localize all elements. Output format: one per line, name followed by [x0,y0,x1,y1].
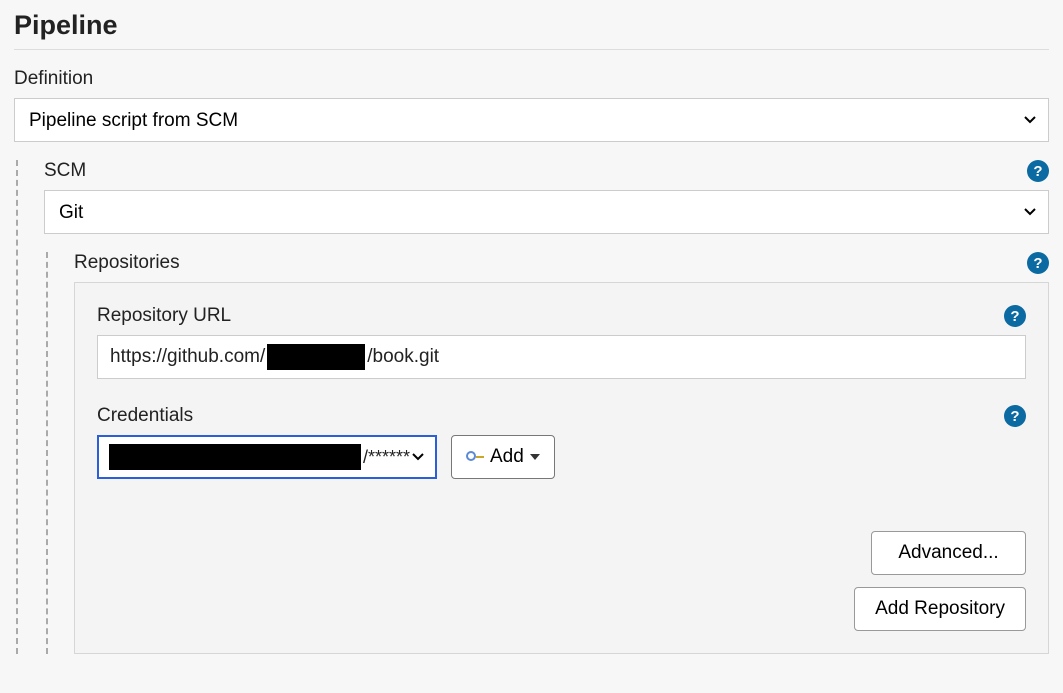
help-icon[interactable]: ? [1027,160,1049,182]
help-icon[interactable]: ? [1004,305,1026,327]
redacted-segment-icon [267,344,365,370]
repository-url-prefix: https://github.com/ [110,346,265,368]
scm-label: SCM [44,160,86,182]
definition-label: Definition [14,68,1049,90]
repository-panel: Repository URL ? https://github.com/ /bo… [74,282,1049,654]
add-credentials-button[interactable]: Add [451,435,555,479]
repositories-label: Repositories [74,252,180,274]
credentials-masked-suffix: /****** [363,447,410,468]
add-button-label: Add [490,446,524,468]
credentials-label: Credentials [97,405,193,427]
repository-url-input[interactable]: https://github.com/ /book.git [97,335,1026,379]
add-repository-button[interactable]: Add Repository [854,587,1026,631]
chevron-down-icon [411,452,425,462]
caret-down-icon [530,454,540,460]
nesting-gutter-2 [46,252,74,654]
help-icon[interactable]: ? [1027,252,1049,274]
help-icon[interactable]: ? [1004,405,1026,427]
key-icon [466,450,484,464]
repository-url-suffix: /book.git [367,346,439,368]
definition-select[interactable]: Pipeline script from SCM [14,98,1049,142]
scm-select[interactable]: Git [44,190,1049,234]
section-title-pipeline: Pipeline [14,10,1049,50]
credentials-select[interactable]: /****** [97,435,437,479]
redacted-segment-icon [109,444,361,470]
advanced-button[interactable]: Advanced... [871,531,1026,575]
repository-url-label: Repository URL [97,305,231,327]
nesting-gutter-1 [16,160,44,654]
